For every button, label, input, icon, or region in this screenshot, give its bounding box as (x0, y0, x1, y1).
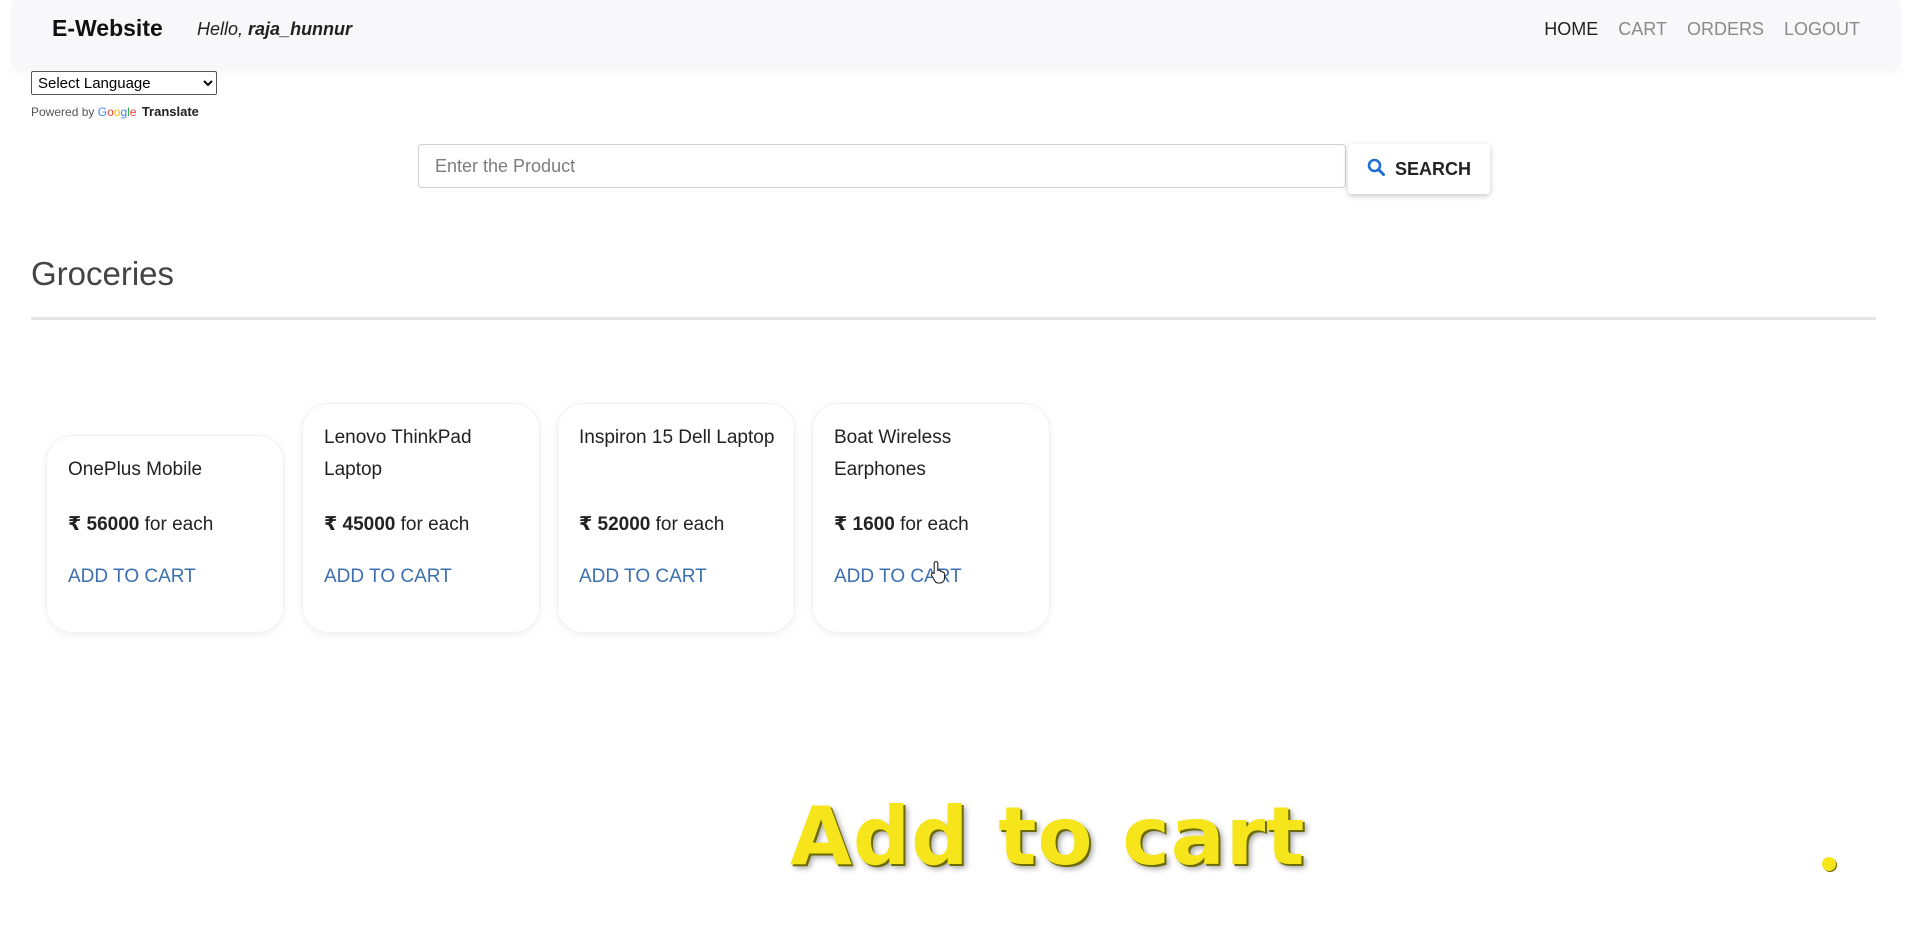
top-navbar: E-Website Hello, raja_hunnur HOME CART O… (12, 0, 1900, 66)
powered-by-text: Powered by (31, 105, 95, 119)
add-to-cart-button[interactable]: ADD TO CART (68, 566, 196, 588)
price-amount: 45000 (342, 514, 396, 535)
currency-symbol: ₹ (834, 514, 848, 535)
search-button[interactable]: SEARCH (1348, 144, 1490, 194)
currency-symbol: ₹ (68, 514, 82, 535)
product-price: ₹ 56000 for each (68, 513, 213, 536)
username: raja_hunnur (248, 19, 353, 39)
google-translate-credit: Powered by Google Translate (31, 104, 199, 119)
product-search-input[interactable] (418, 144, 1346, 188)
price-amount: 52000 (597, 514, 651, 535)
price-amount: 1600 (852, 514, 895, 535)
product-name: Boat Wireless Earphones (834, 427, 952, 480)
price-unit: for each (400, 514, 470, 535)
add-to-cart-button[interactable]: ADD TO CART (579, 566, 707, 588)
site-brand[interactable]: E-Website (52, 15, 163, 42)
greeting-prefix: Hello, (197, 19, 249, 39)
product-price: ₹ 45000 for each (324, 513, 469, 536)
product-card-oneplus: OnePlus Mobile ₹ 56000 for each ADD TO C… (46, 435, 284, 633)
translate-link[interactable]: Translate (142, 104, 199, 119)
google-logo: Google (97, 105, 137, 119)
currency-symbol: ₹ (324, 514, 338, 535)
price-unit: for each (900, 514, 969, 535)
product-card-lenovo-thinkpad: Lenovo ThinkPad Laptop ₹ 45000 for each … (302, 403, 540, 633)
section-divider (31, 317, 1876, 320)
user-greeting: Hello, raja_hunnur (197, 19, 352, 40)
price-unit: for each (655, 514, 725, 535)
nav-home-link[interactable]: HOME (1544, 19, 1598, 40)
search-button-label: SEARCH (1394, 158, 1471, 179)
search-icon (1367, 158, 1385, 181)
language-select[interactable]: Select Language (31, 71, 217, 95)
nav-links: HOME CART ORDERS LOGOUT (1544, 19, 1860, 40)
add-to-cart-button[interactable]: ADD TO CART (324, 566, 452, 588)
product-card-inspiron-dell: Inspiron 15 Dell Laptop ₹ 52000 for each… (557, 403, 795, 633)
nav-cart-link[interactable]: CART (1618, 19, 1667, 40)
hand-pointer-icon (930, 560, 948, 589)
price-unit: for each (144, 514, 214, 535)
product-name: Inspiron 15 Dell Laptop (579, 427, 775, 448)
caption-dot (1822, 857, 1836, 871)
product-card-boat-earphones: Boat Wireless Earphones ₹ 1600 for each … (812, 403, 1050, 633)
currency-symbol: ₹ (579, 514, 593, 535)
nav-logout-link[interactable]: LOGOUT (1784, 19, 1860, 40)
product-price: ₹ 52000 for each (579, 513, 724, 536)
product-price: ₹ 1600 for each (834, 513, 969, 536)
price-amount: 56000 (86, 514, 140, 535)
video-caption-overlay: Add to cart (790, 790, 1306, 883)
nav-orders-link[interactable]: ORDERS (1687, 19, 1764, 40)
product-name: OnePlus Mobile (68, 459, 203, 480)
category-title: Groceries (31, 255, 175, 292)
product-name: Lenovo ThinkPad Laptop (324, 427, 472, 480)
